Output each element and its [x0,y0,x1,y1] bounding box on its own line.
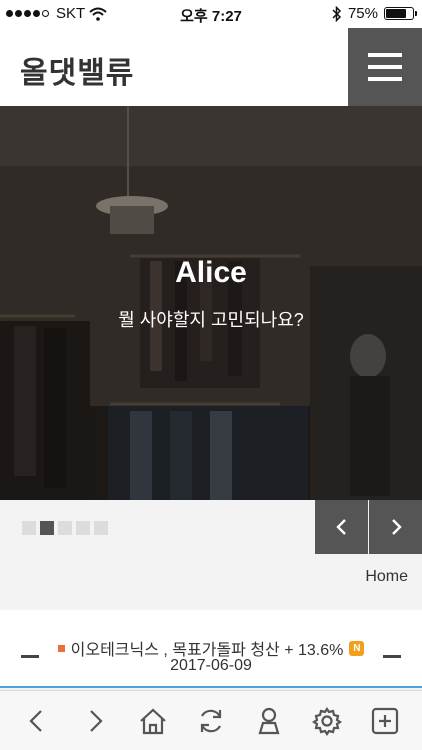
battery-percent: 75% [347,5,378,22]
minus-icon[interactable] [383,655,401,658]
slide-prev-button[interactable] [315,500,368,554]
news-date: 2017-06-09 [170,657,252,674]
profile-icon [258,707,280,734]
settings-button[interactable] [305,699,349,743]
slide-indicator[interactable] [94,521,108,535]
news-ticker[interactable]: 이오테크닉스 , 목표가돌파 청산 + 13.6% N 2017-06-09 [0,610,422,688]
app-screen: SKT 오후 7:27 75% 올댓밸류 Alice 뭘 사야할지 고민되나요?… [0,0,422,750]
browser-toolbar [0,690,422,750]
new-tab-button[interactable] [363,699,407,743]
slide-indicator[interactable] [76,521,90,535]
hero-banner[interactable]: Alice 뭘 사야할지 고민되나요? [0,106,422,500]
slider-controls [0,500,422,556]
back-button[interactable] [15,699,59,743]
hero-subtitle: 뭘 사야할지 고민되나요? [118,310,304,330]
breadcrumb-home[interactable]: Home [365,568,408,586]
settings-icon [312,706,342,736]
chevron-left-icon [335,519,346,535]
bullet-icon [57,644,65,652]
new-tab-icon [371,707,399,734]
menu-button[interactable] [348,28,422,106]
new-badge: N [349,640,365,656]
app-header: 올댓밸류 [0,28,422,106]
chevron-right-icon [391,519,402,535]
forward-icon [90,709,103,732]
status-bar: SKT 오후 7:27 75% [0,0,422,28]
profile-button[interactable] [247,699,291,743]
site-logo[interactable]: 올댓밸류 [20,48,134,92]
back-icon [29,709,42,732]
slide-next-button[interactable] [369,500,422,554]
hero-title: Alice [175,256,247,289]
home-button[interactable] [131,699,175,743]
hamburger-menu-icon [368,53,402,57]
forward-button[interactable] [73,699,117,743]
home-icon [140,708,166,734]
refresh-icon [200,709,222,732]
slide-indicators [22,521,108,535]
slide-indicator[interactable] [22,521,36,535]
bluetooth-icon [332,5,342,22]
battery-icon [384,7,417,20]
refresh-button[interactable] [189,699,233,743]
slide-indicator[interactable] [58,521,72,535]
slide-indicator[interactable] [40,521,54,535]
